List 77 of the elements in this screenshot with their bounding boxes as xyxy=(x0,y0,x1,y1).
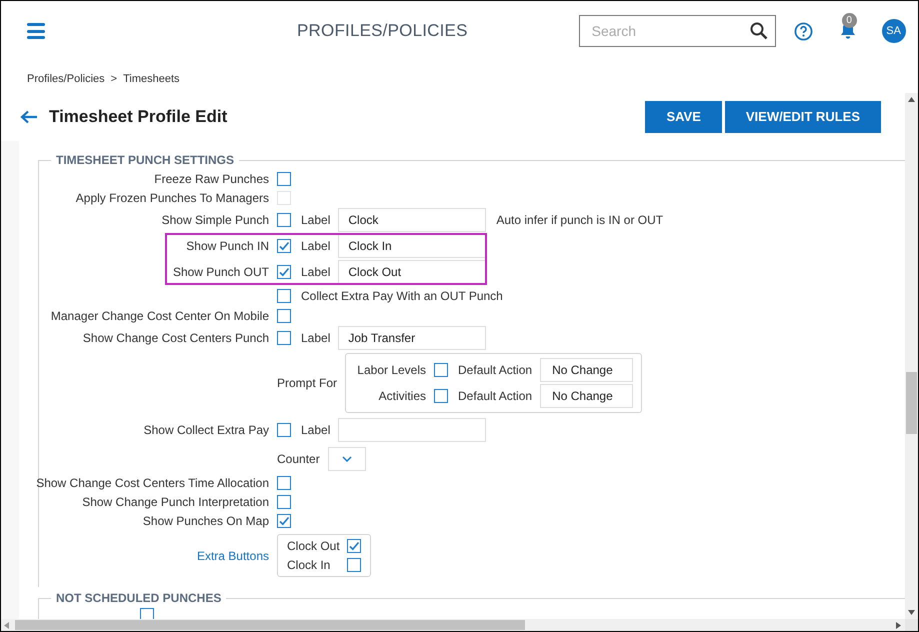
checkbox[interactable] xyxy=(277,331,291,345)
breadcrumb-link[interactable]: Timesheets xyxy=(123,70,180,88)
checkbox[interactable] xyxy=(277,423,291,437)
notification-badge: 0 xyxy=(842,13,857,28)
checkbox[interactable] xyxy=(434,389,448,403)
action-button[interactable]: SAVE xyxy=(645,101,722,133)
dropdown[interactable]: No Change xyxy=(540,384,634,408)
text-field[interactable] xyxy=(338,418,486,442)
dropdown[interactable] xyxy=(328,447,366,471)
field-label: Show Punch IN xyxy=(186,238,269,255)
scrollbar-corner xyxy=(905,619,918,631)
field-label: Label xyxy=(301,238,330,255)
section-title: TIMESHEET PUNCH SETTINGS xyxy=(55,152,236,169)
field-label: Default Action xyxy=(458,388,532,405)
field-label: Show Change Punch Interpretation xyxy=(82,494,269,510)
checkbox-label: Clock Out xyxy=(287,538,339,555)
field-label: Labor Levels xyxy=(357,362,426,379)
page-header-title: PROFILES/POLICIES xyxy=(297,20,468,42)
section-title: NOT SCHEDULED PUNCHES xyxy=(55,590,222,607)
text-field[interactable]: Clock xyxy=(338,208,486,232)
action-button[interactable]: VIEW/EDIT RULES xyxy=(724,101,881,133)
scroll-left-icon[interactable] xyxy=(4,622,9,628)
chevron-down-icon xyxy=(342,456,352,462)
scroll-up-icon[interactable] xyxy=(908,97,915,102)
field-label: Prompt For xyxy=(277,375,338,392)
checkbox-label: Collect Extra Pay With an OUT Punch xyxy=(301,288,503,304)
field-label: Label xyxy=(301,264,330,281)
field-label: Show Collect Extra Pay xyxy=(144,422,269,439)
text-field[interactable]: Clock Out xyxy=(338,260,486,284)
field-label: Apply Frozen Punches To Managers xyxy=(76,190,269,206)
checkbox[interactable] xyxy=(277,514,291,528)
scrollbar-thumb[interactable] xyxy=(906,372,917,434)
checkbox[interactable] xyxy=(277,239,291,253)
menu-icon[interactable] xyxy=(27,23,45,39)
field-label: Label xyxy=(301,422,330,439)
field-label: Default Action xyxy=(458,362,532,379)
field-label: Show Change Cost Centers Punch xyxy=(82,330,269,347)
horizontal-scrollbar[interactable] xyxy=(1,619,905,631)
checkbox[interactable] xyxy=(277,308,291,322)
checkbox[interactable] xyxy=(277,172,291,186)
search-field[interactable]: Search xyxy=(578,15,776,47)
field-label: Show Punch OUT xyxy=(172,264,269,281)
field-label: Show Change Cost Centers Time Allocation xyxy=(36,474,269,492)
page-title: Timesheet Profile Edit xyxy=(49,106,228,128)
field-label: Freeze Raw Punches xyxy=(154,170,269,188)
search-icon[interactable] xyxy=(750,22,768,40)
checkbox[interactable] xyxy=(277,213,291,227)
checkbox[interactable] xyxy=(277,265,291,279)
checkbox-label: Clock In xyxy=(287,557,332,574)
checkbox[interactable] xyxy=(140,608,154,619)
breadcrumb-separator: > xyxy=(110,72,118,87)
hint-text: Auto infer if punch is IN or OUT xyxy=(496,212,664,229)
text-field[interactable]: Clock In xyxy=(338,234,486,258)
extra-buttons-link[interactable]: Extra Buttons xyxy=(196,546,269,564)
field-label: Label xyxy=(301,330,330,347)
checkbox[interactable] xyxy=(277,288,291,302)
checkbox[interactable] xyxy=(434,363,448,377)
scroll-right-icon[interactable] xyxy=(896,622,901,628)
field-label: Activities xyxy=(378,388,426,405)
checkbox[interactable] xyxy=(347,539,361,553)
dropdown[interactable]: No Change xyxy=(540,358,634,382)
text-field[interactable]: Job Transfer xyxy=(338,326,486,350)
field-label: Show Simple Punch xyxy=(162,212,269,229)
help-icon[interactable] xyxy=(794,22,813,40)
scroll-down-icon[interactable] xyxy=(908,610,915,615)
checkbox[interactable] xyxy=(347,558,361,572)
field-label: Manager Change Cost Center On Mobile xyxy=(50,308,269,324)
checkbox[interactable] xyxy=(277,476,291,490)
scrollbar-thumb[interactable] xyxy=(15,620,525,630)
checkbox[interactable] xyxy=(277,494,291,508)
user-avatar[interactable]: SA xyxy=(882,19,906,43)
vertical-scrollbar[interactable] xyxy=(905,93,918,619)
field-label: Show Punches On Map xyxy=(142,512,269,530)
back-arrow-icon[interactable] xyxy=(20,110,38,124)
breadcrumb-link[interactable]: Profiles/Policies xyxy=(27,70,105,88)
field-label: Label xyxy=(301,212,330,229)
field-label: Counter xyxy=(277,451,320,468)
